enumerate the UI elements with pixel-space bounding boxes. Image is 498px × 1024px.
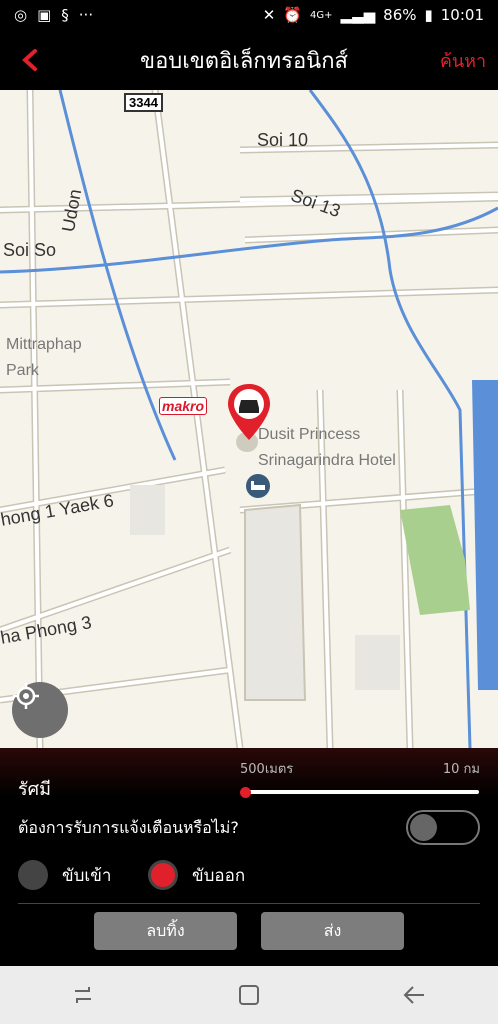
radio-exit[interactable]: ขับออก: [148, 860, 245, 890]
s-app-icon: §: [61, 6, 69, 24]
battery-percent: 86%: [383, 6, 417, 24]
radio-enter[interactable]: ขับเข้า: [18, 860, 111, 890]
status-bar: ◎ ▣ § ··· ✕ ⏰ 4G+ ▂▃▅ 86% ▮ 10:01: [0, 0, 498, 30]
crosshair-icon: [13, 683, 39, 709]
radio-exit-circle[interactable]: [148, 860, 178, 890]
car-icon: [238, 390, 239, 391]
search-button[interactable]: ค้นหา: [428, 46, 498, 75]
notify-label: ต้องการรับการแจ้งเตือนหรือไม่?: [18, 818, 239, 837]
network-type: 4G+: [310, 9, 333, 21]
radius-min-label: 500เมตร: [240, 762, 294, 777]
locate-me-button[interactable]: [12, 682, 68, 738]
map-view[interactable]: 3344 Soi 10 Soi 13 Soi So Udon Mittrapha…: [0, 90, 498, 748]
gallery-icon: ▣: [37, 6, 52, 24]
mute-icon: ✕: [262, 6, 276, 24]
delete-button[interactable]: ลบทิ้ง: [94, 912, 237, 950]
notify-toggle[interactable]: [406, 810, 480, 845]
radius-slider-thumb[interactable]: [240, 787, 251, 798]
hotel-icon[interactable]: [245, 473, 271, 499]
radio-enter-circle[interactable]: [18, 860, 48, 890]
hotel-name: Dusit Princess: [258, 426, 361, 443]
more-notifications-icon: ···: [78, 6, 94, 24]
back-button[interactable]: [0, 30, 60, 90]
line-app-icon: ◎: [14, 6, 28, 24]
divider: [18, 903, 480, 904]
radius-max-label: 10 กม: [442, 762, 480, 777]
battery-icon: ▮: [424, 6, 433, 24]
toggle-knob: [410, 814, 437, 841]
highway-shield: 3344: [124, 93, 163, 112]
makro-poi[interactable]: makro: [159, 397, 208, 415]
clock: 10:01: [440, 6, 484, 24]
app-bar: ขอบเขตอิเล็กทรอนิกส์ ค้นหา: [0, 30, 498, 90]
alarm-icon: ⏰: [283, 6, 303, 24]
chevron-left-icon: [22, 49, 37, 71]
hotel-name: Srinagarindra Hotel: [258, 452, 396, 469]
road-label: Soi So: [3, 240, 57, 260]
area-label: Mittraphap: [6, 336, 82, 353]
radius-label: รัศมี: [18, 779, 51, 800]
send-button[interactable]: ส่ง: [261, 912, 404, 950]
radio-enter-label: ขับเข้า: [62, 865, 112, 886]
radius-slider[interactable]: [244, 790, 479, 794]
radio-exit-label: ขับออก: [192, 865, 246, 886]
road-label: Soi 10: [257, 130, 309, 150]
recent-apps-icon[interactable]: [70, 982, 96, 1008]
geofence-panel: รัศมี 500เมตร 10 กม ต้องการรับการแจ้งเตื…: [0, 748, 498, 966]
page-title: ขอบเขตอิเล็กทรอนิกส์: [140, 48, 348, 74]
back-nav-icon[interactable]: [402, 982, 428, 1008]
home-icon[interactable]: [236, 982, 262, 1008]
system-nav-bar: [0, 966, 498, 1024]
area-label: Park: [6, 362, 39, 379]
signal-icon: ▂▃▅: [340, 6, 376, 24]
